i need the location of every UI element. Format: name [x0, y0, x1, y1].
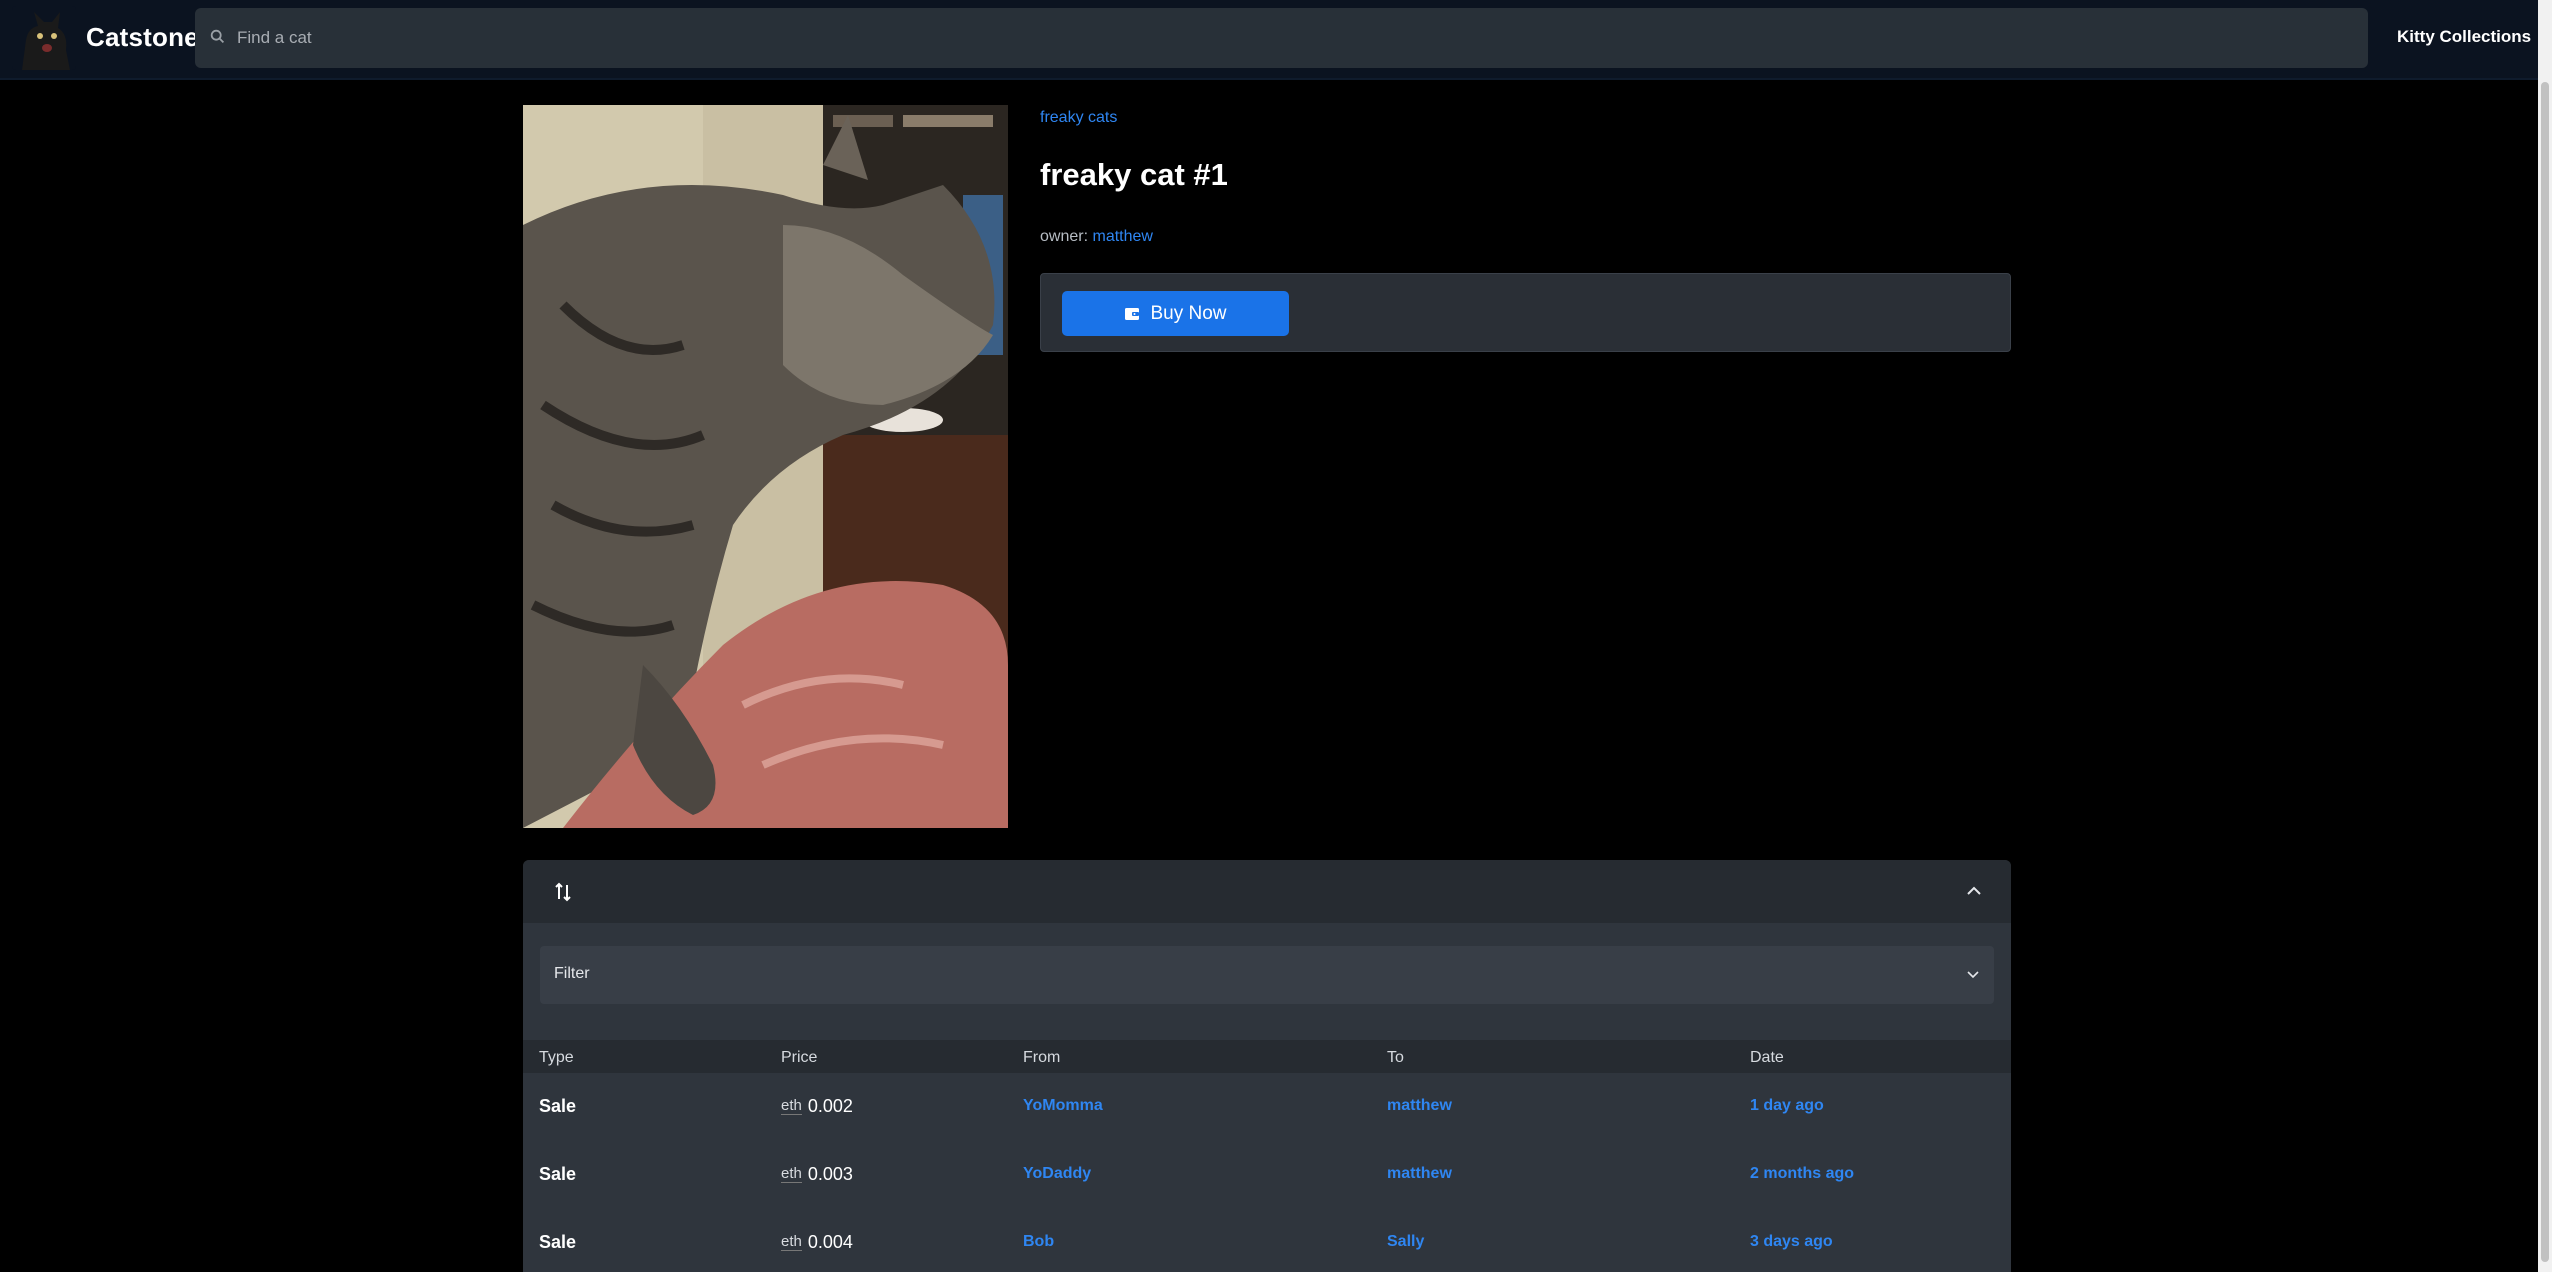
- column-header-to: To: [1387, 1049, 1404, 1066]
- column-header-price: Price: [781, 1049, 818, 1066]
- row-date-link[interactable]: 2 months ago: [1750, 1165, 1854, 1183]
- table-row: Sale eth 0.003 YoDaddy matthew 2 months …: [523, 1141, 2011, 1209]
- wallet-icon: [1125, 307, 1140, 320]
- filter-section: Filter: [523, 923, 2011, 1040]
- search-icon: [210, 29, 225, 44]
- collection-link[interactable]: freaky cats: [1040, 109, 1117, 127]
- activity-header[interactable]: [523, 860, 2011, 923]
- row-price: eth 0.004: [781, 1232, 853, 1253]
- kitty-collections-link[interactable]: Kitty Collections: [2397, 27, 2531, 47]
- owner-line: owner: matthew: [1040, 228, 1153, 246]
- owner-label: owner:: [1040, 228, 1089, 245]
- chevron-up-icon[interactable]: [1965, 882, 1983, 900]
- item-title: freaky cat #1: [1040, 157, 1228, 192]
- chevron-down-icon: [1967, 971, 1979, 979]
- row-date-link[interactable]: 3 days ago: [1750, 1233, 1833, 1251]
- row-price: eth 0.002: [781, 1096, 853, 1117]
- top-navbar: Catstone Kitty Collections: [0, 0, 2538, 80]
- table-row: Sale eth 0.002 YoMomma matthew 1 day ago: [523, 1073, 2011, 1141]
- row-price-value: 0.004: [807, 1232, 853, 1252]
- eth-icon: eth: [781, 1097, 802, 1115]
- sort-arrows-icon: [555, 882, 571, 902]
- owner-link[interactable]: matthew: [1092, 228, 1152, 245]
- eth-icon: eth: [781, 1165, 802, 1183]
- row-price-value: 0.002: [807, 1096, 853, 1116]
- column-header-date: Date: [1750, 1049, 1784, 1066]
- buy-now-label: Buy Now: [1150, 302, 1227, 324]
- catstone-logo[interactable]: [12, 6, 76, 70]
- row-to-link[interactable]: matthew: [1387, 1097, 1452, 1115]
- row-from-link[interactable]: Bob: [1023, 1233, 1054, 1251]
- row-type: Sale: [539, 1232, 577, 1252]
- buy-now-button[interactable]: Buy Now: [1062, 291, 1289, 336]
- table-row: Sale eth 0.004 Bob Sally 3 days ago: [523, 1209, 2011, 1272]
- row-type: Sale: [539, 1096, 577, 1116]
- row-from-link[interactable]: YoDaddy: [1023, 1165, 1091, 1183]
- table-header: Type Price From To Date: [523, 1040, 2011, 1073]
- search-bar[interactable]: [195, 8, 2368, 68]
- filter-label: Filter: [554, 965, 590, 982]
- cat-image: [523, 105, 1008, 828]
- row-price-value: 0.003: [807, 1164, 853, 1184]
- column-header-type: Type: [539, 1049, 574, 1066]
- item-activity-panel: Filter Type Price From To Date Sale eth …: [523, 860, 2011, 1272]
- row-from-link[interactable]: YoMomma: [1023, 1097, 1103, 1115]
- row-type: Sale: [539, 1164, 577, 1184]
- row-to-link[interactable]: Sally: [1387, 1233, 1424, 1251]
- row-price: eth 0.003: [781, 1164, 853, 1185]
- scrollbar-thumb[interactable]: [2541, 82, 2549, 1262]
- buy-panel: Buy Now: [1040, 273, 2011, 352]
- row-to-link[interactable]: matthew: [1387, 1165, 1452, 1183]
- column-header-from: From: [1023, 1049, 1061, 1066]
- eth-icon: eth: [781, 1233, 802, 1251]
- row-date-link[interactable]: 1 day ago: [1750, 1097, 1824, 1115]
- filter-dropdown[interactable]: Filter: [540, 946, 1994, 1004]
- search-input[interactable]: [237, 22, 2337, 54]
- brand-name[interactable]: Catstone: [86, 22, 199, 53]
